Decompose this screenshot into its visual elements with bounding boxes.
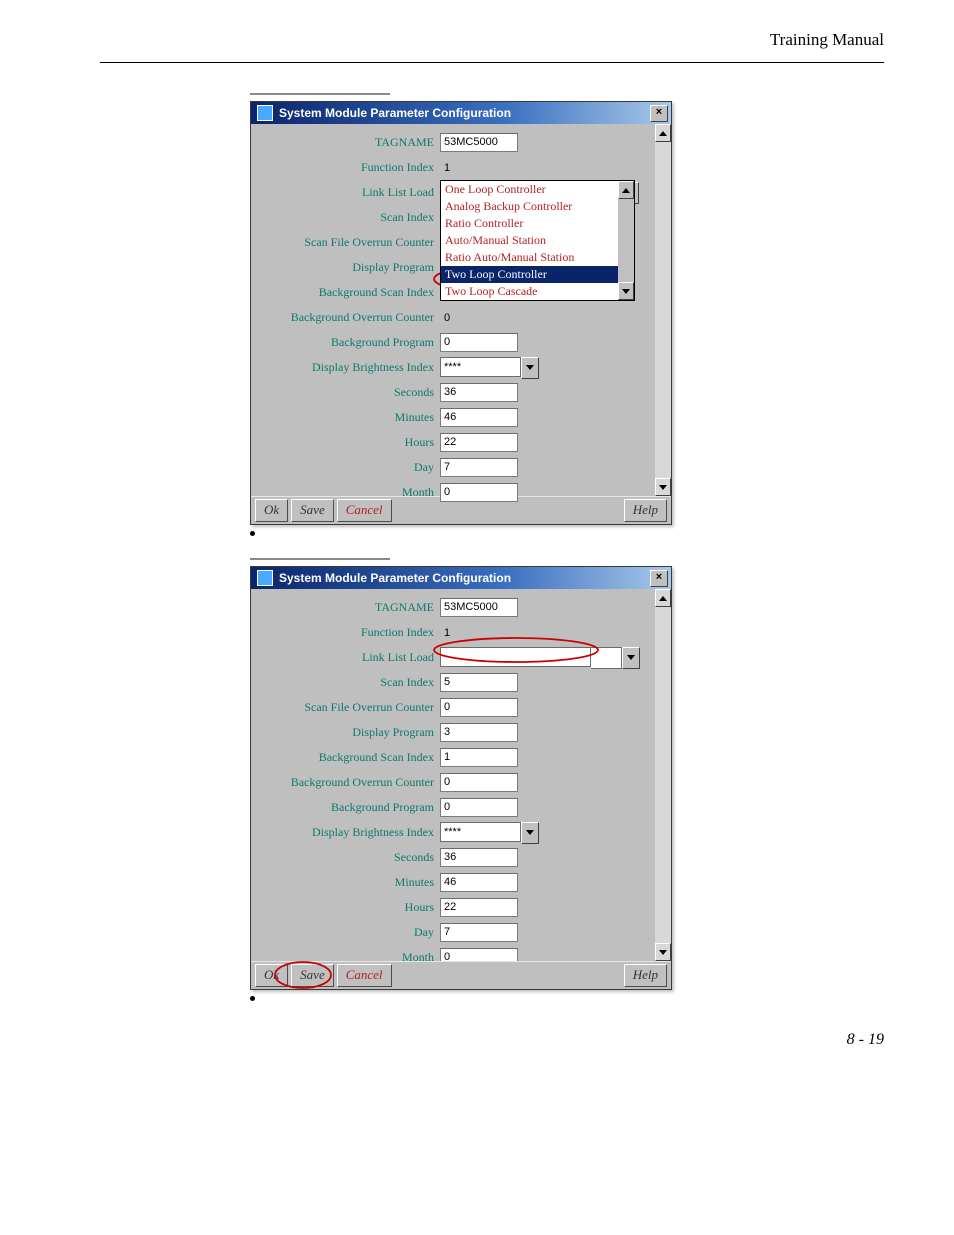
figure-1: System Module Parameter Configuration × …: [250, 93, 884, 536]
app-icon: [257, 105, 273, 121]
bg-program-field[interactable]: 0: [440, 798, 518, 817]
dropdown-arrow-icon[interactable]: [622, 647, 640, 669]
hours-field[interactable]: 22: [440, 433, 518, 452]
label-tagname: TAGNAME: [259, 600, 440, 615]
month-field[interactable]: 0: [440, 483, 518, 502]
label-scan-file-overrun: Scan File Overrun Counter: [259, 235, 440, 250]
label-display-program: Display Program: [259, 260, 440, 275]
seconds-field[interactable]: 36: [440, 848, 518, 867]
label-bg-overrun-counter: Background Overrun Counter: [259, 775, 440, 790]
option-one-loop-controller[interactable]: One Loop Controller: [441, 181, 634, 198]
dialog-window-2: System Module Parameter Configuration × …: [250, 566, 672, 990]
dialog-scrollbar[interactable]: [655, 589, 671, 961]
label-bg-overrun-counter: Background Overrun Counter: [259, 310, 440, 325]
link-list-load-combo[interactable]: Two Loop Controller: [440, 647, 640, 669]
title-bar: System Module Parameter Configuration ×: [251, 567, 671, 589]
label-scan-index: Scan Index: [259, 210, 440, 225]
scan-file-overrun-field[interactable]: 0: [440, 698, 518, 717]
close-button[interactable]: ×: [650, 105, 668, 122]
label-minutes: Minutes: [259, 875, 440, 890]
link-list-load-listbox[interactable]: One Loop Controller Analog Backup Contro…: [440, 180, 635, 301]
label-bg-program: Background Program: [259, 335, 440, 350]
option-ratio-controller[interactable]: Ratio Controller: [441, 215, 634, 232]
label-minutes: Minutes: [259, 410, 440, 425]
dropdown-arrow-icon[interactable]: [521, 822, 539, 844]
scroll-up-icon[interactable]: [655, 589, 671, 607]
label-seconds: Seconds: [259, 385, 440, 400]
tagname-field[interactable]: 53MC5000: [440, 598, 518, 617]
minutes-field[interactable]: 46: [440, 408, 518, 427]
bg-overrun-value: 0: [440, 312, 450, 324]
app-icon: [257, 570, 273, 586]
figure-top-bar: [250, 93, 390, 95]
label-function-index: Function Index: [259, 160, 440, 175]
scroll-down-icon[interactable]: [655, 943, 671, 961]
label-link-list-load: Link List Load: [259, 185, 440, 200]
label-hours: Hours: [259, 435, 440, 450]
display-program-field[interactable]: 3: [440, 723, 518, 742]
label-scan-index: Scan Index: [259, 675, 440, 690]
dropdown-arrow-icon[interactable]: [521, 357, 539, 379]
title-bar: System Module Parameter Configuration ×: [251, 102, 671, 124]
label-link-list-load: Link List Load: [259, 650, 440, 665]
tagname-field[interactable]: 53MC5000: [440, 133, 518, 152]
minutes-field[interactable]: 46: [440, 873, 518, 892]
label-display-brightness: Display Brightness Index: [259, 825, 440, 840]
bullet-point: [250, 996, 255, 1001]
label-scan-file-overrun: Scan File Overrun Counter: [259, 700, 440, 715]
option-auto-manual-station[interactable]: Auto/Manual Station: [441, 232, 634, 249]
scroll-down-icon[interactable]: [655, 478, 671, 496]
cancel-button[interactable]: Cancel: [337, 964, 392, 987]
scroll-up-icon[interactable]: [618, 181, 634, 199]
scroll-down-icon[interactable]: [618, 282, 634, 300]
close-button[interactable]: ×: [650, 570, 668, 587]
page-number: 8 - 19: [100, 1031, 884, 1049]
help-button[interactable]: Help: [624, 964, 667, 987]
bullet-point: [250, 531, 255, 536]
save-button[interactable]: Save: [291, 964, 334, 987]
brightness-combo[interactable]: ****: [440, 357, 539, 379]
bg-scan-index-field[interactable]: 1: [440, 748, 518, 767]
label-seconds: Seconds: [259, 850, 440, 865]
label-hours: Hours: [259, 900, 440, 915]
figure-2: System Module Parameter Configuration × …: [250, 558, 884, 1001]
hours-field[interactable]: 22: [440, 898, 518, 917]
label-bg-program: Background Program: [259, 800, 440, 815]
option-two-loop-controller[interactable]: Two Loop Controller: [441, 266, 634, 283]
figure-top-bar: [250, 558, 390, 560]
label-function-index: Function Index: [259, 625, 440, 640]
listbox-scrollbar[interactable]: [618, 181, 634, 300]
window-title: System Module Parameter Configuration: [279, 106, 511, 120]
dialog-scrollbar[interactable]: [655, 124, 671, 496]
day-field[interactable]: 7: [440, 458, 518, 477]
scroll-up-icon[interactable]: [655, 124, 671, 142]
brightness-combo[interactable]: ****: [440, 822, 539, 844]
label-display-program: Display Program: [259, 725, 440, 740]
dialog-window-1: System Module Parameter Configuration × …: [250, 101, 672, 525]
option-two-loop-cascade[interactable]: Two Loop Cascade: [441, 283, 634, 300]
option-ratio-auto-manual-station[interactable]: Ratio Auto/Manual Station: [441, 249, 634, 266]
bg-overrun-field[interactable]: 0: [440, 773, 518, 792]
page-header: Training Manual: [100, 30, 884, 50]
function-index-value: 1: [440, 627, 450, 639]
day-field[interactable]: 7: [440, 923, 518, 942]
label-display-brightness: Display Brightness Index: [259, 360, 440, 375]
ok-button[interactable]: Ok: [255, 964, 288, 987]
function-index-value: 1: [440, 162, 450, 174]
window-title: System Module Parameter Configuration: [279, 571, 511, 585]
seconds-field[interactable]: 36: [440, 383, 518, 402]
label-tagname: TAGNAME: [259, 135, 440, 150]
scan-index-field[interactable]: 5: [440, 673, 518, 692]
label-bg-scan-index: Background Scan Index: [259, 750, 440, 765]
bg-program-field[interactable]: 0: [440, 333, 518, 352]
label-month: Month: [259, 485, 440, 500]
label-day: Day: [259, 925, 440, 940]
label-bg-scan-index: Background Scan Index: [259, 285, 440, 300]
header-rule: [100, 62, 884, 63]
option-analog-backup-controller[interactable]: Analog Backup Controller: [441, 198, 634, 215]
label-day: Day: [259, 460, 440, 475]
